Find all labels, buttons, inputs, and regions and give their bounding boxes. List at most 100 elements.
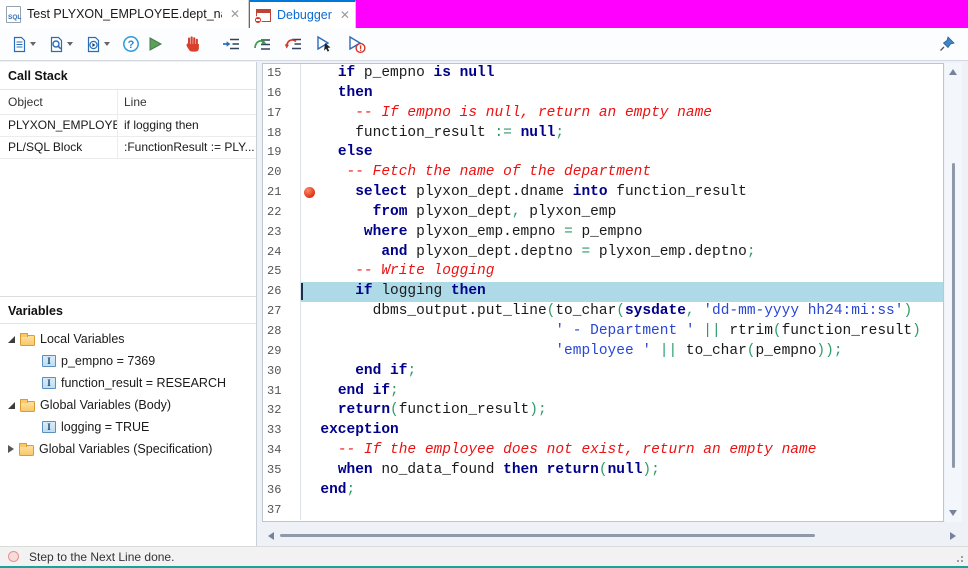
tab-close-icon[interactable]: ✕ (228, 8, 242, 20)
dropdown-caret-icon[interactable] (67, 42, 73, 46)
code-text[interactable]: -- If the employee does not exist, retur… (301, 441, 943, 461)
code-text[interactable]: end; (301, 481, 943, 501)
tree-collapse-icon[interactable] (8, 336, 15, 343)
step-into-button[interactable] (219, 33, 244, 55)
code-text[interactable]: return(function_result); (301, 401, 943, 421)
pin-button[interactable] (936, 34, 958, 54)
code-line[interactable]: 24 and plyxon_dept.deptno = plyxon_emp.d… (263, 243, 943, 263)
code-text[interactable] (301, 501, 943, 521)
code-line[interactable]: 19 else (263, 143, 943, 163)
variable-tree-item[interactable]: Global Variables (Body) (0, 394, 256, 416)
code-line[interactable]: 31 end if; (263, 382, 943, 402)
code-text[interactable]: end if; (301, 382, 943, 402)
code-text[interactable]: select plyxon_dept.dname into function_r… (301, 183, 943, 203)
line-number[interactable]: 27 (263, 302, 301, 322)
code-line[interactable]: 36 end; (263, 481, 943, 501)
line-number[interactable]: 30 (263, 362, 301, 382)
line-number[interactable]: 23 (263, 223, 301, 243)
code-line[interactable]: 27 dbms_output.put_line(to_char(sysdate,… (263, 302, 943, 322)
variable-tree-item[interactable]: Global Variables (Specification) (0, 438, 256, 460)
line-number[interactable]: 18 (263, 124, 301, 144)
scroll-down-icon[interactable] (949, 510, 957, 516)
line-number[interactable]: 37 (263, 501, 301, 521)
call-stack-row[interactable]: PL/SQL Block:FunctionResult := PLY... (0, 137, 256, 159)
line-number[interactable]: 29 (263, 342, 301, 362)
code-line[interactable]: 23 where plyxon_emp.empno = p_empno (263, 223, 943, 243)
line-number[interactable]: 32 (263, 401, 301, 421)
code-text[interactable]: if logging then (301, 282, 943, 302)
line-number[interactable]: 19 (263, 143, 301, 163)
code-line[interactable]: 28 ' - Department ' || rtrim(function_re… (263, 322, 943, 342)
run-to-exception-button[interactable] (344, 33, 370, 56)
dropdown-caret-icon[interactable] (104, 42, 110, 46)
code-line[interactable]: 18 function_result := null; (263, 124, 943, 144)
line-number[interactable]: 22 (263, 203, 301, 223)
line-number[interactable]: 21 (263, 183, 301, 203)
find-button[interactable] (45, 34, 76, 55)
step-out-button[interactable] (281, 33, 306, 55)
code-line[interactable]: 37 (263, 501, 943, 521)
code-text[interactable]: then (301, 84, 943, 104)
code-editor[interactable]: 15 if p_empno is null16 then17 -- If emp… (262, 63, 944, 522)
code-text[interactable]: else (301, 143, 943, 163)
code-text[interactable]: 'employee ' || to_char(p_empno)); (301, 342, 943, 362)
code-line[interactable]: 15 if p_empno is null (263, 64, 943, 84)
tab-test-window[interactable]: SQL Test PLYXON_EMPLOYEE.dept_name ✕ (0, 0, 249, 28)
code-line[interactable]: 32 return(function_result); (263, 401, 943, 421)
code-line[interactable]: 22 from plyxon_dept, plyxon_emp (263, 203, 943, 223)
variable-tree-item[interactable]: Ilogging = TRUE (0, 416, 256, 438)
step-over-button[interactable] (250, 33, 275, 55)
tree-collapse-icon[interactable] (8, 402, 15, 409)
code-line[interactable]: 17 -- If empno is null, return an empty … (263, 104, 943, 124)
code-text[interactable]: -- Write logging (301, 262, 943, 282)
line-number[interactable]: 26 (263, 282, 301, 302)
line-number[interactable]: 31 (263, 382, 301, 402)
code-text[interactable]: and plyxon_dept.deptno = plyxon_emp.dept… (301, 243, 943, 263)
code-line[interactable]: 33 exception (263, 421, 943, 441)
break-button[interactable] (181, 33, 205, 55)
code-line[interactable]: 25 -- Write logging (263, 262, 943, 282)
line-number[interactable]: 15 (263, 64, 301, 84)
horizontal-scrollbar[interactable] (262, 528, 962, 544)
vertical-scrollbar[interactable] (945, 63, 962, 522)
code-text[interactable]: -- If empno is null, return an empty nam… (301, 104, 943, 124)
variable-tree-item[interactable]: Ip_empno = 7369 (0, 350, 256, 372)
line-number[interactable]: 33 (263, 421, 301, 441)
resize-grip[interactable] (953, 552, 963, 562)
code-line[interactable]: 29 'employee ' || to_char(p_empno)); (263, 342, 943, 362)
line-number[interactable]: 24 (263, 243, 301, 263)
tab-close-icon[interactable]: ✕ (338, 9, 352, 21)
code-text[interactable]: from plyxon_dept, plyxon_emp (301, 203, 943, 223)
help-button[interactable]: ? (119, 33, 143, 55)
execute-button[interactable] (82, 34, 113, 55)
call-stack-row[interactable]: PLYXON_EMPLOYEEif logging then (0, 115, 256, 137)
scroll-right-icon[interactable] (950, 532, 956, 540)
line-number[interactable]: 34 (263, 441, 301, 461)
run-button[interactable] (143, 33, 167, 55)
line-number[interactable]: 36 (263, 481, 301, 501)
code-text[interactable]: where plyxon_emp.empno = p_empno (301, 223, 943, 243)
variable-tree-item[interactable]: Ifunction_result = RESEARCH (0, 372, 256, 394)
run-to-cursor-button[interactable] (312, 33, 338, 56)
tab-debugger[interactable]: Debugger ✕ (250, 0, 356, 28)
code-line[interactable]: 16 then (263, 84, 943, 104)
vertical-scroll-thumb[interactable] (952, 163, 955, 468)
variable-tree-item[interactable]: Local Variables (0, 328, 256, 350)
scroll-up-icon[interactable] (949, 69, 957, 75)
code-line[interactable]: 21 select plyxon_dept.dname into functio… (263, 183, 943, 203)
scroll-left-icon[interactable] (268, 532, 274, 540)
code-text[interactable]: -- Fetch the name of the department (301, 163, 943, 183)
code-text[interactable]: if p_empno is null (301, 64, 943, 84)
code-line[interactable]: 30 end if; (263, 362, 943, 382)
tree-expand-icon[interactable] (8, 445, 14, 453)
code-text[interactable]: when no_data_found then return(null); (301, 461, 943, 481)
code-line[interactable]: 26 if logging then (263, 282, 943, 302)
new-script-button[interactable] (8, 34, 39, 55)
code-line[interactable]: 20 -- Fetch the name of the department (263, 163, 943, 183)
code-text[interactable]: dbms_output.put_line(to_char(sysdate, 'd… (301, 302, 943, 322)
code-text[interactable]: function_result := null; (301, 124, 943, 144)
breakpoint-dot[interactable] (304, 187, 315, 198)
line-number[interactable]: 16 (263, 84, 301, 104)
line-number[interactable]: 17 (263, 104, 301, 124)
line-number[interactable]: 20 (263, 163, 301, 183)
